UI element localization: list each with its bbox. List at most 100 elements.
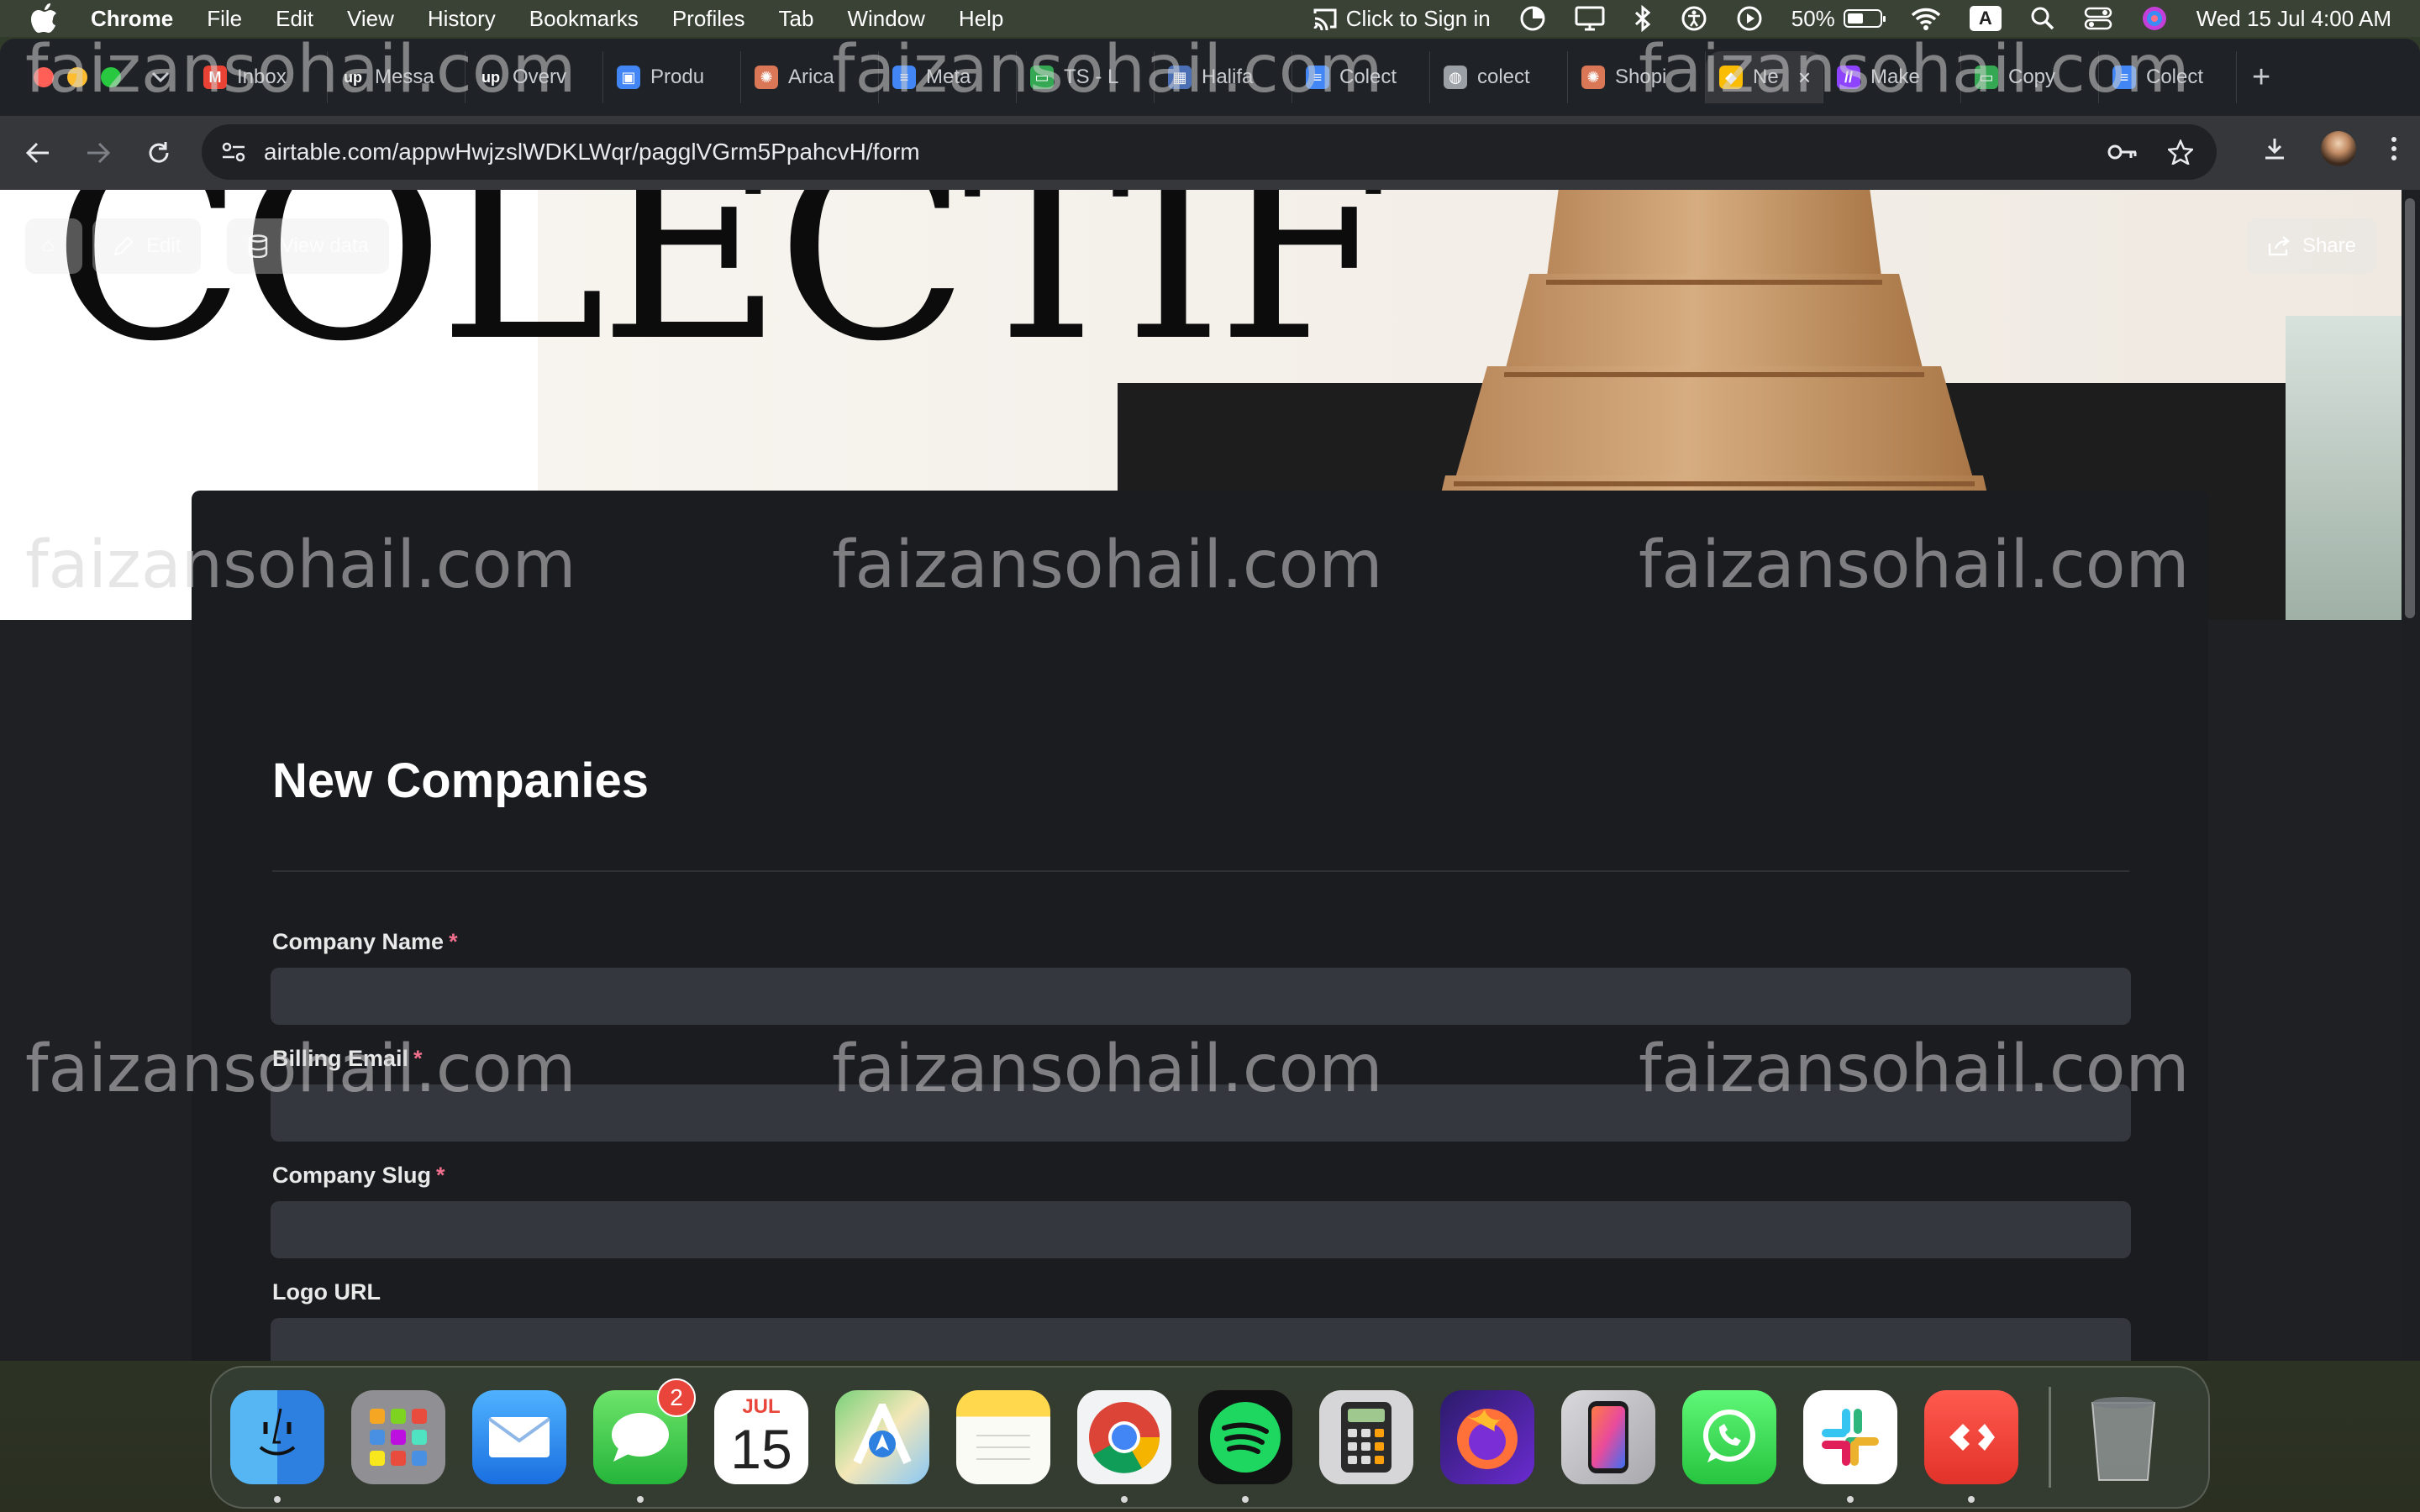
home-button[interactable] [25,218,82,274]
menu-view[interactable]: View [347,6,394,32]
browser-tab[interactable]: ≡ Colect [1292,51,1430,103]
menu-app-name[interactable]: Chrome [91,6,173,32]
dock-calendar[interactable]: JUL 15 [714,1390,808,1484]
menu-tab[interactable]: Tab [779,6,814,32]
menu-profiles[interactable]: Profiles [672,6,745,32]
forward-button[interactable] [76,130,121,176]
browser-tab[interactable]: ✺ Arica [741,51,879,103]
dock-messages[interactable]: 2 [593,1378,696,1503]
company-name-input[interactable] [271,968,2131,1025]
view-data-button[interactable]: View data [227,218,389,274]
screen-time-icon[interactable] [1519,5,1546,32]
profile-avatar[interactable] [2321,131,2356,166]
dock-iphone-mirroring[interactable] [1561,1390,1655,1484]
password-key-icon[interactable] [2107,143,2138,161]
tab-search-chevron-icon[interactable] [143,60,178,95]
browser-tab[interactable]: ≡ Meta [879,51,1017,103]
browser-tab[interactable]: ≡ Colect [2099,51,2237,103]
dock-spotify[interactable] [1198,1390,1292,1503]
logo-url-input[interactable] [271,1318,2131,1361]
sign-in-status[interactable]: Click to Sign in [1313,6,1491,32]
page-scrollbar[interactable] [2405,198,2415,618]
minimize-window-button[interactable] [67,67,87,87]
tab-title: Messa [375,66,434,88]
running-indicator [637,1496,644,1503]
close-tab-icon[interactable]: × [1798,65,1811,91]
browser-tab[interactable]: up Overv [466,51,603,103]
menu-bookmarks[interactable]: Bookmarks [529,6,639,32]
wifi-icon[interactable] [1911,7,1941,30]
battery-status[interactable]: 50% [1791,6,1886,32]
running-indicator [1847,1496,1854,1503]
spotlight-search-icon[interactable] [2030,6,2055,31]
site-info-icon[interactable] [217,135,250,169]
tab-favicon-icon: ✺ [755,66,778,89]
share-button[interactable]: Share [2246,218,2376,274]
browser-tab[interactable]: ◍ colect [1430,51,1568,103]
reload-button[interactable] [136,130,182,176]
browser-tab[interactable]: ▣ Produ [603,51,741,103]
company-name-label: Company Name * [272,929,458,955]
whatsapp-logo-icon [1703,1410,1755,1462]
browser-tab[interactable]: up Messa [328,51,466,103]
input-source[interactable]: A [1969,6,2002,31]
menu-file[interactable]: File [207,6,242,32]
browser-tab-active[interactable]: ◆ Ne × [1706,51,1823,103]
accessibility-icon[interactable] [1681,5,1707,32]
back-button[interactable] [15,130,60,176]
sign-in-label: Click to Sign in [1345,5,1491,31]
tab-title: Produ [650,66,705,88]
browser-tab[interactable]: ✺ Shopi [1568,51,1706,103]
dock-trash[interactable] [2076,1390,2170,1484]
billing-email-input[interactable] [271,1084,2131,1142]
browser-tab[interactable]: M Inbox [190,51,328,103]
url-text[interactable]: airtable.com/appwHwjzslWDKLWqr/pagglVGrm… [264,139,920,165]
launchpad-grid-icon [370,1409,427,1466]
browser-tab[interactable]: ▭ Copy [1961,51,2099,103]
dock-slack[interactable] [1803,1390,1897,1503]
tab-title: Meta [926,66,971,88]
clock[interactable]: Wed 15 Jul 4:00 AM [2196,6,2391,32]
control-center-icon[interactable] [2084,6,2112,31]
dock-launchpad[interactable] [351,1390,445,1484]
zoom-window-button[interactable] [101,67,121,87]
tab-title: Arica [788,66,834,88]
siri-icon[interactable] [2141,5,2168,32]
tab-title: Make [1870,66,1920,88]
browser-tab[interactable]: ▭ TS - L [1017,51,1155,103]
dock-calculator[interactable] [1319,1390,1413,1484]
anydesk-arrows-icon [1949,1424,1995,1451]
dock-finder[interactable] [230,1390,324,1503]
address-bar[interactable]: airtable.com/appwHwjzslWDKLWqr/pagglVGrm… [202,124,2217,180]
new-tab-button[interactable]: + [2252,60,2270,96]
dock-maps[interactable] [835,1390,929,1484]
menu-window[interactable]: Window [847,6,924,32]
dock-anydesk[interactable] [1924,1390,2018,1503]
menu-edit[interactable]: Edit [276,6,313,32]
dock-mail[interactable] [472,1390,566,1484]
menu-help[interactable]: Help [959,6,1003,32]
dock-notes[interactable] [956,1390,1050,1484]
edit-button[interactable]: Edit [92,218,202,274]
logo-url-label: Logo URL [272,1279,381,1305]
tab-favicon-icon: ≡ [1306,66,1329,89]
bluetooth-icon[interactable] [1634,5,1652,32]
apple-icon[interactable] [30,3,60,34]
now-playing-icon[interactable] [1736,5,1763,32]
browser-tab[interactable]: // Make [1823,51,1961,103]
maps-icon [853,1404,912,1465]
spotify-logo-icon [1210,1402,1281,1473]
browser-tab[interactable]: ▦ Halifa [1155,51,1292,103]
close-window-button[interactable] [34,67,54,87]
dock-whatsapp[interactable] [1682,1390,1776,1484]
company-slug-input[interactable] [271,1201,2131,1258]
tab-title: Shopi [1615,66,1667,88]
more-menu-icon[interactable] [2390,135,2398,162]
menu-history[interactable]: History [428,6,496,32]
dock-firefox[interactable] [1440,1390,1534,1484]
bookmark-star-icon[interactable] [2168,139,2193,165]
display-icon[interactable] [1575,6,1605,31]
dock-chrome[interactable] [1077,1390,1171,1503]
tab-strip: M Inbox up Messa up Overv ▣ Produ ✺ Arica ≡ Meta ▭ TS… [0,39,2420,116]
downloads-icon[interactable] [2262,136,2287,161]
